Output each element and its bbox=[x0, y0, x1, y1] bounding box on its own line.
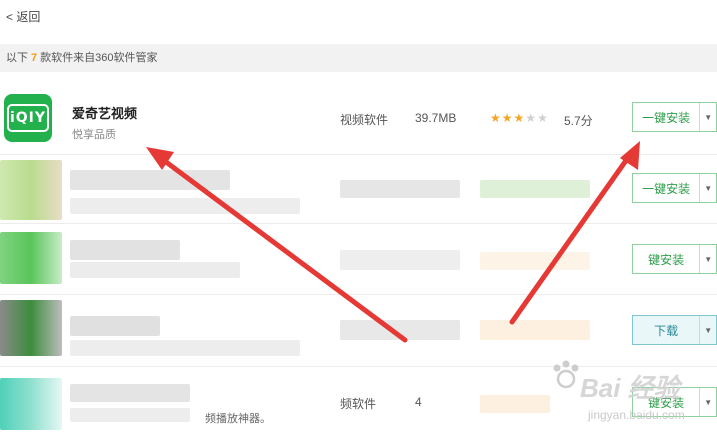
watermark-brand: Bai 经验 bbox=[580, 373, 680, 403]
paw-logo-icon bbox=[553, 360, 579, 389]
watermark-url: jingyan.baidu.com bbox=[588, 408, 685, 422]
annotation-arrow-left bbox=[155, 153, 408, 343]
annotation-arrow-right bbox=[509, 149, 635, 325]
